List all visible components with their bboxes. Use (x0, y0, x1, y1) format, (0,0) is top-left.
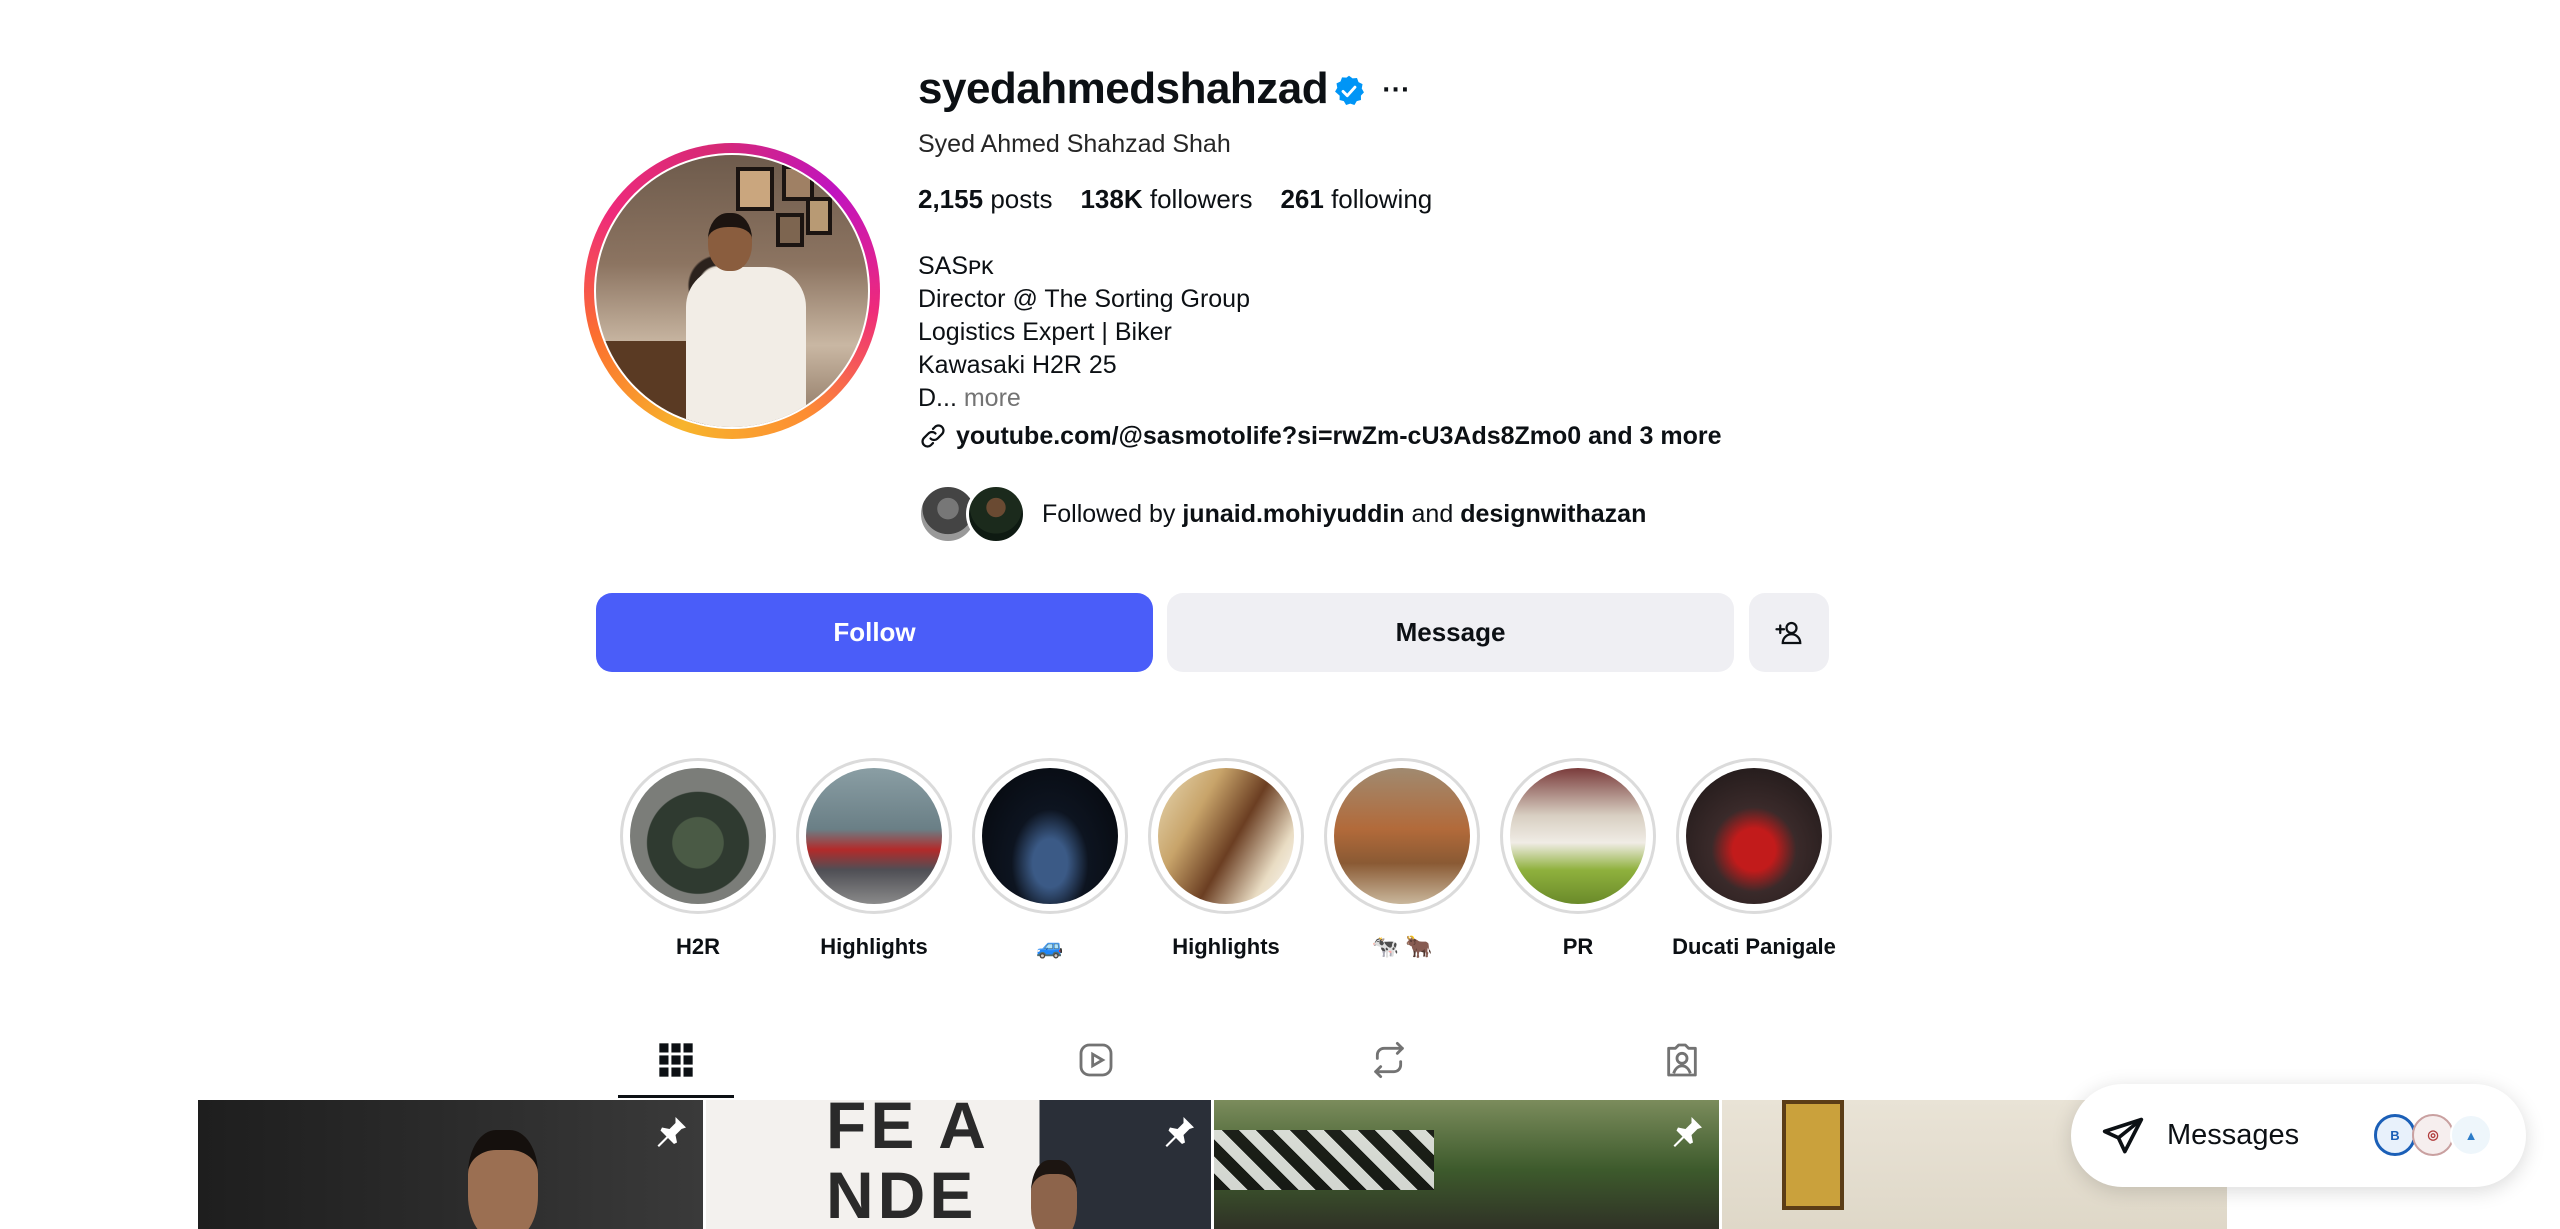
highlight-cover (806, 768, 942, 904)
highlight-label: PR (1562, 934, 1594, 959)
highlight-label: Highlights (820, 934, 928, 959)
post-overlay-text: FE A NDE (826, 1100, 990, 1229)
post-thumbnail[interactable] (1214, 1100, 1719, 1229)
highlight-label: 🚙 (1036, 934, 1064, 959)
suggested-users-button[interactable] (1749, 593, 1829, 672)
story-highlights: H2R Highlights 🚙 Highlights 🐄 🐂 PR Ducat… (620, 758, 1836, 960)
profile-stats: 2,155 posts 138K followers 261 following (918, 184, 1432, 215)
pin-icon (1165, 1117, 1194, 1147)
highlight-cover (630, 768, 766, 904)
verified-badge-icon (1335, 75, 1364, 105)
highlight-item[interactable]: Ducati Panigale (1672, 758, 1836, 960)
followers-stat[interactable]: 138K followers (1080, 184, 1252, 215)
tab-posts[interactable] (596, 1020, 949, 1100)
followed-by-avatars (918, 484, 1028, 544)
followed-by-row[interactable]: Followed by junaid.mohiyuddin and design… (918, 484, 1646, 544)
profile-tabs (596, 1020, 1828, 1100)
avatar: ◎ (2412, 1114, 2454, 1156)
highlight-label: H2R (675, 934, 720, 959)
highlight-item[interactable]: PR (1500, 758, 1656, 960)
grid-icon (659, 1043, 693, 1077)
avatar (966, 484, 1026, 544)
posts-grid: FE A NDE (198, 1100, 2227, 1229)
more-options-icon[interactable]: ··· (1382, 78, 1410, 103)
profile-link-text[interactable]: youtube.com/@sasmotolife?si=rwZm-cU3Ads8… (956, 422, 1722, 451)
highlight-item[interactable]: 🚙 (972, 758, 1128, 960)
send-icon (2102, 1117, 2144, 1153)
post-thumbnail[interactable]: FE A NDE (706, 1100, 1211, 1229)
avatar: B (2374, 1114, 2416, 1156)
bio-line: Kawasaki H2R 25 (918, 351, 1117, 379)
highlight-item[interactable]: 🐄 🐂 (1324, 758, 1480, 960)
highlight-label: 🐄 🐂 (1371, 934, 1433, 959)
highlight-cover (982, 768, 1118, 904)
messages-avatars: B ◎ ▲ (2374, 1114, 2492, 1156)
profile-bio: SASᴘᴋ Director @ The Sorting Group Logis… (918, 250, 1250, 415)
pin-icon (1673, 1117, 1702, 1147)
bio-line: Logistics Expert | Biker (918, 318, 1172, 346)
tagged-icon (1666, 1043, 1697, 1077)
highlight-label: Highlights (1172, 934, 1280, 959)
highlight-cover (1158, 768, 1294, 904)
highlight-cover (1510, 768, 1646, 904)
profile-full-name: Syed Ahmed Shahzad Shah (918, 130, 1231, 158)
bio-truncated: D... (918, 384, 957, 412)
followed-by-user[interactable]: junaid.mohiyuddin (1182, 500, 1404, 528)
bio-more-link[interactable]: more (964, 384, 1021, 412)
profile-username: syedahmedshahzad (918, 64, 1329, 113)
highlight-label: Ducati Panigale (1672, 934, 1836, 959)
highlight-cover (1686, 768, 1822, 904)
messages-drawer-button[interactable]: Messages B ◎ ▲ (2071, 1084, 2526, 1187)
reels-icon (1079, 1043, 1112, 1077)
profile-avatar[interactable] (596, 155, 868, 427)
reposts-icon (1373, 1041, 1404, 1079)
tab-reposts[interactable] (1242, 1020, 1535, 1100)
highlight-cover (1334, 768, 1470, 904)
bio-line: Director @ The Sorting Group (918, 285, 1250, 313)
profile-link[interactable]: youtube.com/@sasmotolife?si=rwZm-cU3Ads8… (918, 421, 1722, 451)
messages-label: Messages (2167, 1119, 2300, 1151)
highlight-item[interactable]: Highlights (1148, 758, 1304, 960)
followed-by-text: Followed by junaid.mohiyuddin and design… (1042, 499, 1647, 528)
link-icon (921, 424, 945, 448)
tab-reels[interactable] (949, 1020, 1242, 1100)
tab-tagged[interactable] (1535, 1020, 1828, 1100)
post-thumbnail[interactable] (198, 1100, 703, 1229)
following-stat[interactable]: 261 following (1280, 184, 1432, 215)
highlight-item[interactable]: Highlights (796, 758, 952, 960)
pin-icon (657, 1117, 686, 1147)
followed-by-user[interactable]: designwithazan (1460, 500, 1646, 528)
bio-line: SASᴘᴋ (918, 252, 994, 280)
follow-button[interactable]: Follow (596, 593, 1153, 672)
add-user-icon (1775, 621, 1802, 644)
highlight-item[interactable]: H2R (620, 758, 776, 960)
message-button[interactable]: Message (1167, 593, 1734, 672)
posts-stat: 2,155 posts (918, 184, 1053, 214)
avatar: ▲ (2450, 1114, 2492, 1156)
